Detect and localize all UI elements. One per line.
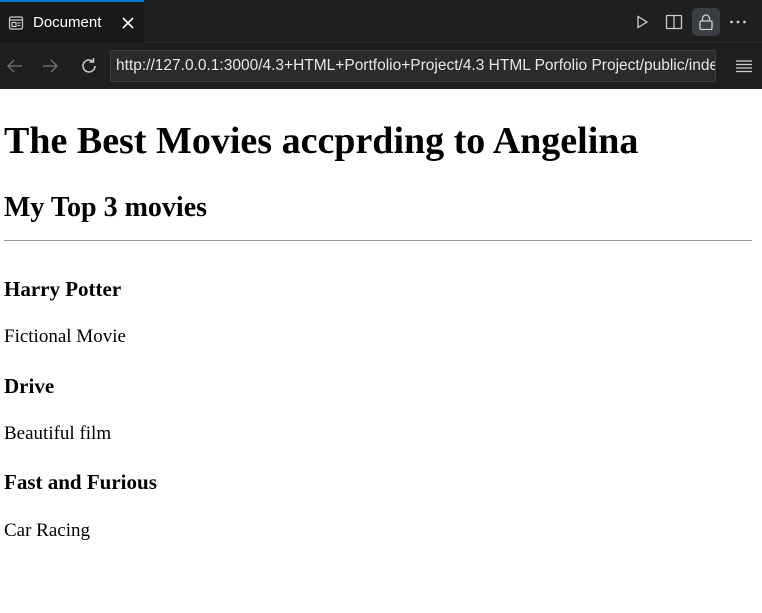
close-icon[interactable]	[118, 13, 138, 33]
play-icon[interactable]	[628, 8, 656, 36]
editor-actions	[628, 0, 762, 43]
movie-description: Beautiful film	[4, 423, 112, 444]
page-heading: The Best Movies accprding to Angelina	[4, 120, 639, 162]
menu-icon[interactable]	[726, 43, 762, 89]
url-input[interactable]	[110, 50, 716, 82]
document-preview-icon	[8, 15, 24, 31]
movie-title: Drive	[4, 374, 55, 398]
divider	[4, 240, 752, 241]
page-subheading: My Top 3 movies	[4, 192, 208, 223]
split-editor-icon[interactable]	[660, 8, 688, 36]
navigation-bar	[0, 43, 762, 89]
reload-icon[interactable]	[70, 43, 108, 89]
movie-description: Fictional Movie	[4, 326, 126, 347]
tab-bar: Document	[0, 0, 762, 43]
arrow-left-icon[interactable]	[0, 43, 30, 89]
tab-title: Document	[33, 14, 102, 31]
lock-icon[interactable]	[692, 7, 720, 36]
more-icon[interactable]	[724, 8, 752, 36]
movie-title: Harry Potter	[4, 277, 122, 301]
arrow-right-icon[interactable]	[30, 43, 70, 89]
movie-title: Fast and Furious	[4, 470, 157, 494]
movie-description: Car Racing	[4, 520, 91, 541]
tab-document[interactable]: Document	[0, 0, 144, 43]
tab-bar-border	[144, 42, 762, 43]
